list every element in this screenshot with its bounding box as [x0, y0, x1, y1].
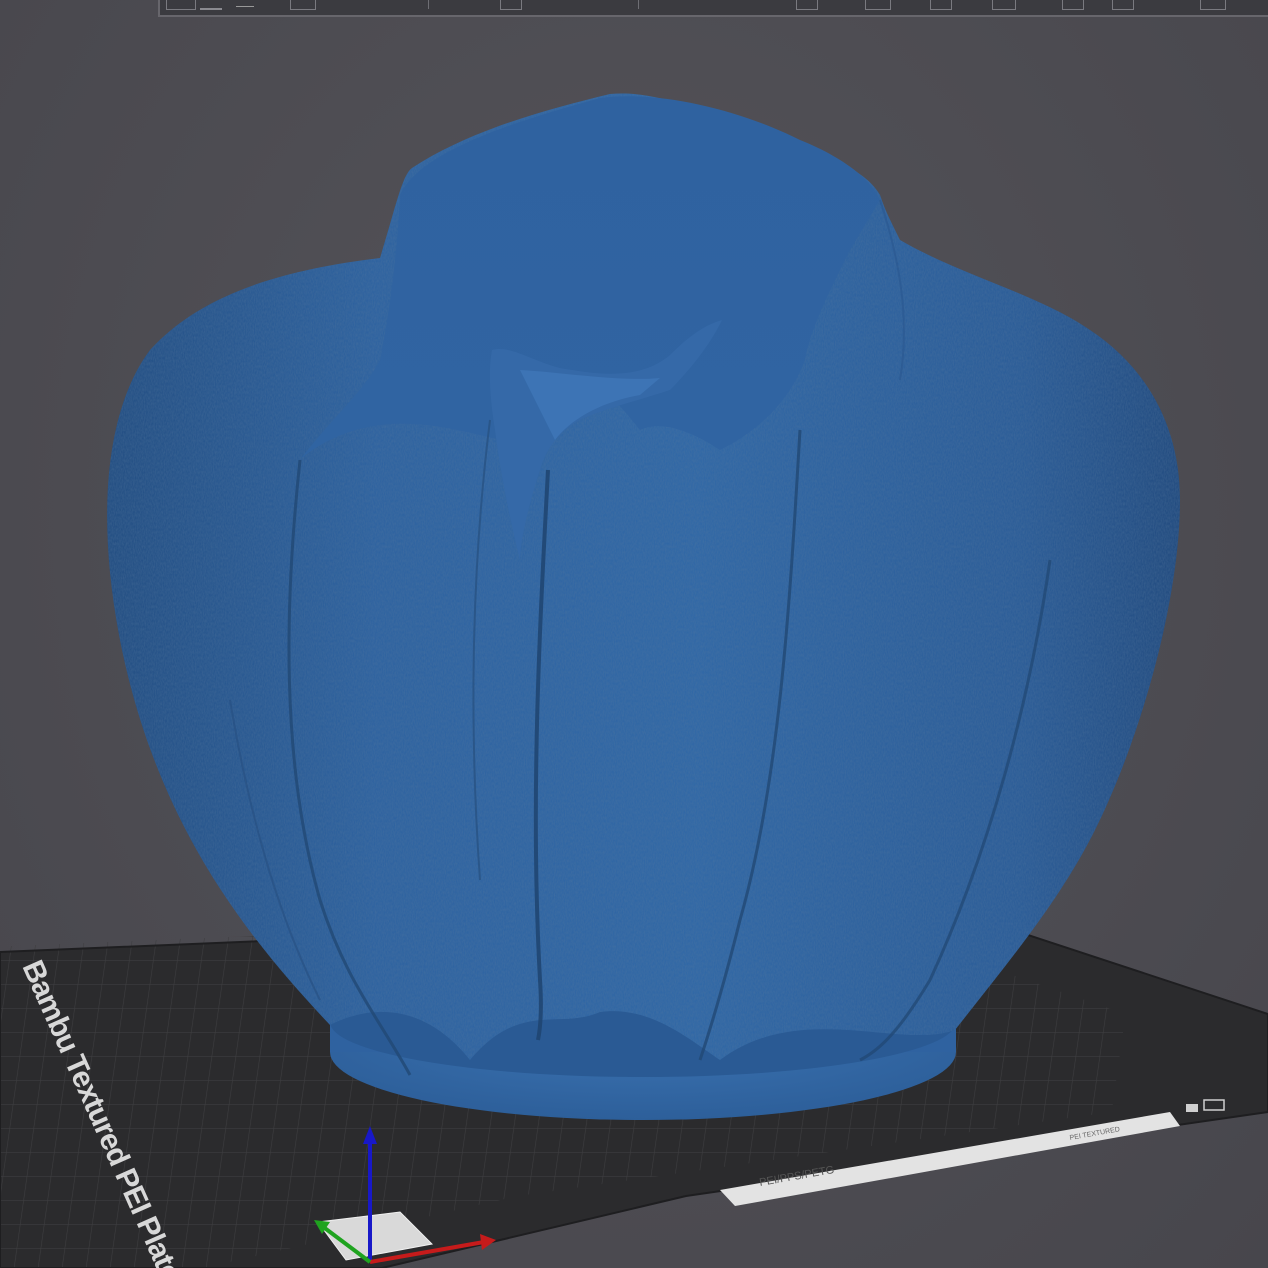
3d-viewport[interactable]: PEI/PPS/PETG PEI TEXTURED Bambu Textured… — [0, 0, 1268, 1268]
plate-lock-icon[interactable] — [1186, 1104, 1198, 1112]
3d-model[interactable] — [107, 93, 1180, 1076]
scene-canvas[interactable]: PEI/PPS/PETG PEI TEXTURED Bambu Textured… — [0, 0, 1268, 1268]
